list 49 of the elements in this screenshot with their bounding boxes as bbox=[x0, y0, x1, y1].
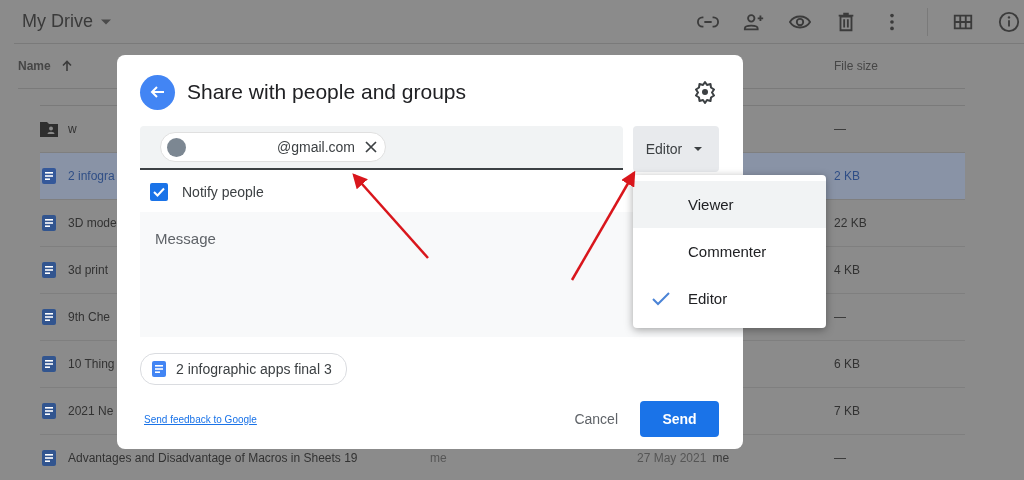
file-chip[interactable]: 2 infographic apps final 3 bbox=[140, 353, 347, 385]
file-size: 6 KB bbox=[834, 357, 860, 371]
feedback-link[interactable]: Send feedback to Google bbox=[144, 413, 257, 425]
role-dropdown[interactable]: Editor bbox=[633, 126, 719, 172]
document-icon bbox=[40, 167, 58, 185]
file-name: 9th Che bbox=[68, 310, 111, 324]
modified-by: me bbox=[712, 451, 730, 465]
column-header: File size bbox=[834, 59, 879, 73]
shared-folder-icon bbox=[40, 121, 58, 137]
info-icon[interactable] bbox=[998, 10, 1020, 33]
notify-label: Notify people bbox=[182, 184, 264, 200]
recipient-field[interactable]: @gmail.com bbox=[140, 126, 623, 170]
file-size: 22 KB bbox=[834, 216, 867, 230]
cancel-button[interactable]: Cancel bbox=[566, 401, 626, 437]
document-icon bbox=[150, 360, 168, 378]
email-text: @gmail.com bbox=[277, 139, 355, 155]
dialog-title: Share with people and groups bbox=[187, 80, 468, 104]
caret-icon bbox=[101, 18, 111, 25]
document-icon bbox=[40, 355, 58, 373]
document-icon bbox=[40, 214, 58, 232]
file-size: 2 KB bbox=[834, 169, 860, 183]
avatar-icon bbox=[167, 137, 186, 157]
back-arrow-icon bbox=[149, 84, 166, 100]
file-size: — bbox=[834, 451, 846, 465]
back-button[interactable] bbox=[140, 74, 175, 110]
menu-item[interactable]: Viewer bbox=[633, 181, 826, 228]
document-icon bbox=[40, 261, 58, 279]
document-icon bbox=[40, 402, 58, 420]
close-icon[interactable] bbox=[365, 141, 377, 153]
settings-icon[interactable] bbox=[693, 80, 717, 104]
file-size: 4 KB bbox=[834, 263, 860, 277]
file-name: Advantages and Disadvantage of Macros in Sheets 19 bbox=[68, 451, 358, 465]
check-icon bbox=[153, 187, 165, 197]
file-name: 3D mode bbox=[68, 216, 117, 230]
file-size: 7 KB bbox=[834, 404, 860, 418]
file-name: 2 infogra bbox=[68, 169, 115, 183]
send-button[interactable]: Send bbox=[640, 401, 719, 437]
file-name: 2021 Ne bbox=[68, 404, 114, 418]
file-name: 3d print bbox=[68, 263, 109, 277]
sort-arrow-icon[interactable] bbox=[60, 60, 73, 72]
file-name: w bbox=[68, 122, 77, 136]
document-icon bbox=[40, 449, 58, 467]
file-name: 10 Thing bbox=[68, 357, 115, 371]
file-size: — bbox=[834, 310, 846, 324]
notify-checkbox[interactable] bbox=[150, 183, 168, 201]
caret-icon bbox=[694, 147, 703, 151]
file-size: — bbox=[834, 122, 846, 136]
recipient-chip[interactable]: @gmail.com bbox=[160, 132, 386, 162]
document-icon bbox=[40, 308, 58, 326]
